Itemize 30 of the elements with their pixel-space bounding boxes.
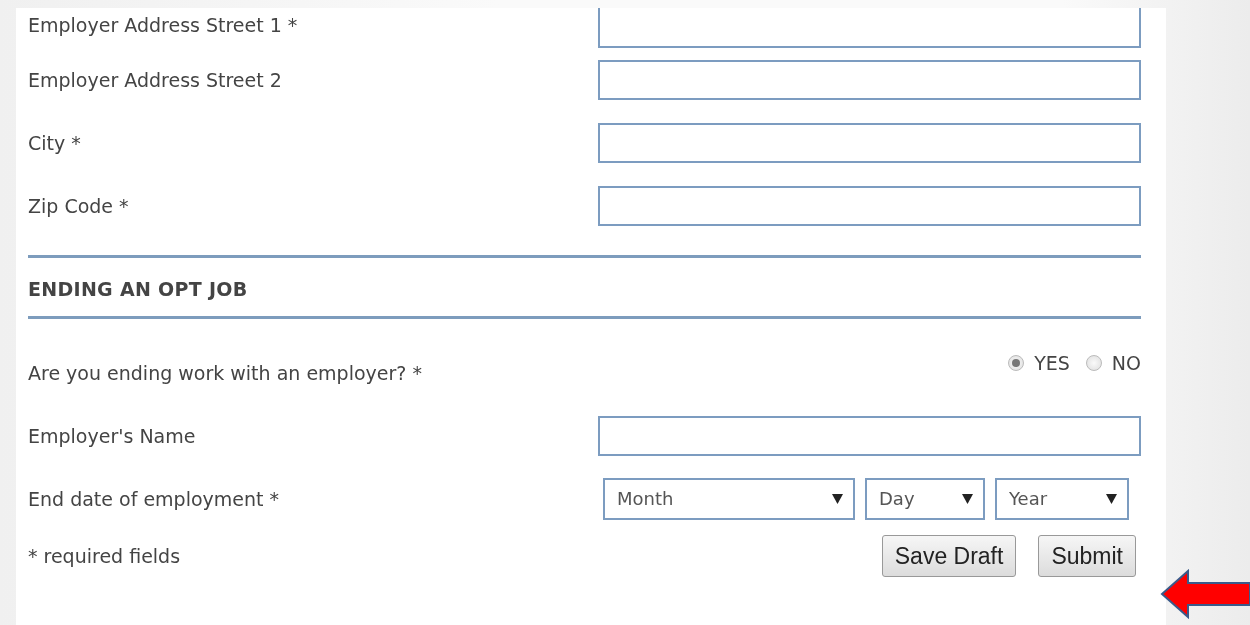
input-field[interactable] (598, 59, 1141, 100)
field-label: City * (28, 131, 82, 154)
dropdown-value: Month (617, 488, 674, 509)
input-field[interactable] (598, 415, 1141, 456)
radio-label: YES (1034, 351, 1070, 374)
radio-button[interactable] (1085, 354, 1102, 371)
input-field[interactable] (598, 185, 1141, 226)
field-label: Zip Code * (28, 194, 130, 217)
field-label: End date of employment * (28, 487, 281, 510)
dropdown[interactable]: Day (865, 477, 985, 520)
radio-label: NO (1111, 351, 1141, 374)
dropdown[interactable]: Year (995, 477, 1129, 520)
dropdown[interactable]: Month (603, 477, 855, 520)
radio-button[interactable] (1008, 354, 1025, 371)
dropdown-caret-icon (832, 493, 843, 504)
section-heading: ENDING AN OPT JOB (28, 277, 249, 302)
dropdown-caret-icon (1106, 493, 1117, 504)
field-label: Employer Address Street 2 (28, 68, 283, 91)
field-label: Are you ending work with an employer? * (28, 361, 423, 384)
field-label: Employer's Name (28, 424, 197, 447)
form-button[interactable]: Submit (1038, 535, 1136, 577)
dropdown-value: Day (879, 488, 915, 509)
form-button[interactable]: Save Draft (881, 535, 1017, 577)
field-label: Employer Address Street 1 * (28, 14, 299, 36)
dropdown-value: Year (1009, 488, 1048, 509)
input-field[interactable] (598, 122, 1141, 163)
input-field[interactable] (598, 8, 1141, 48)
required-note: * required fields (28, 545, 182, 567)
dropdown-caret-icon (962, 493, 973, 504)
arrow-icon (1160, 569, 1250, 619)
